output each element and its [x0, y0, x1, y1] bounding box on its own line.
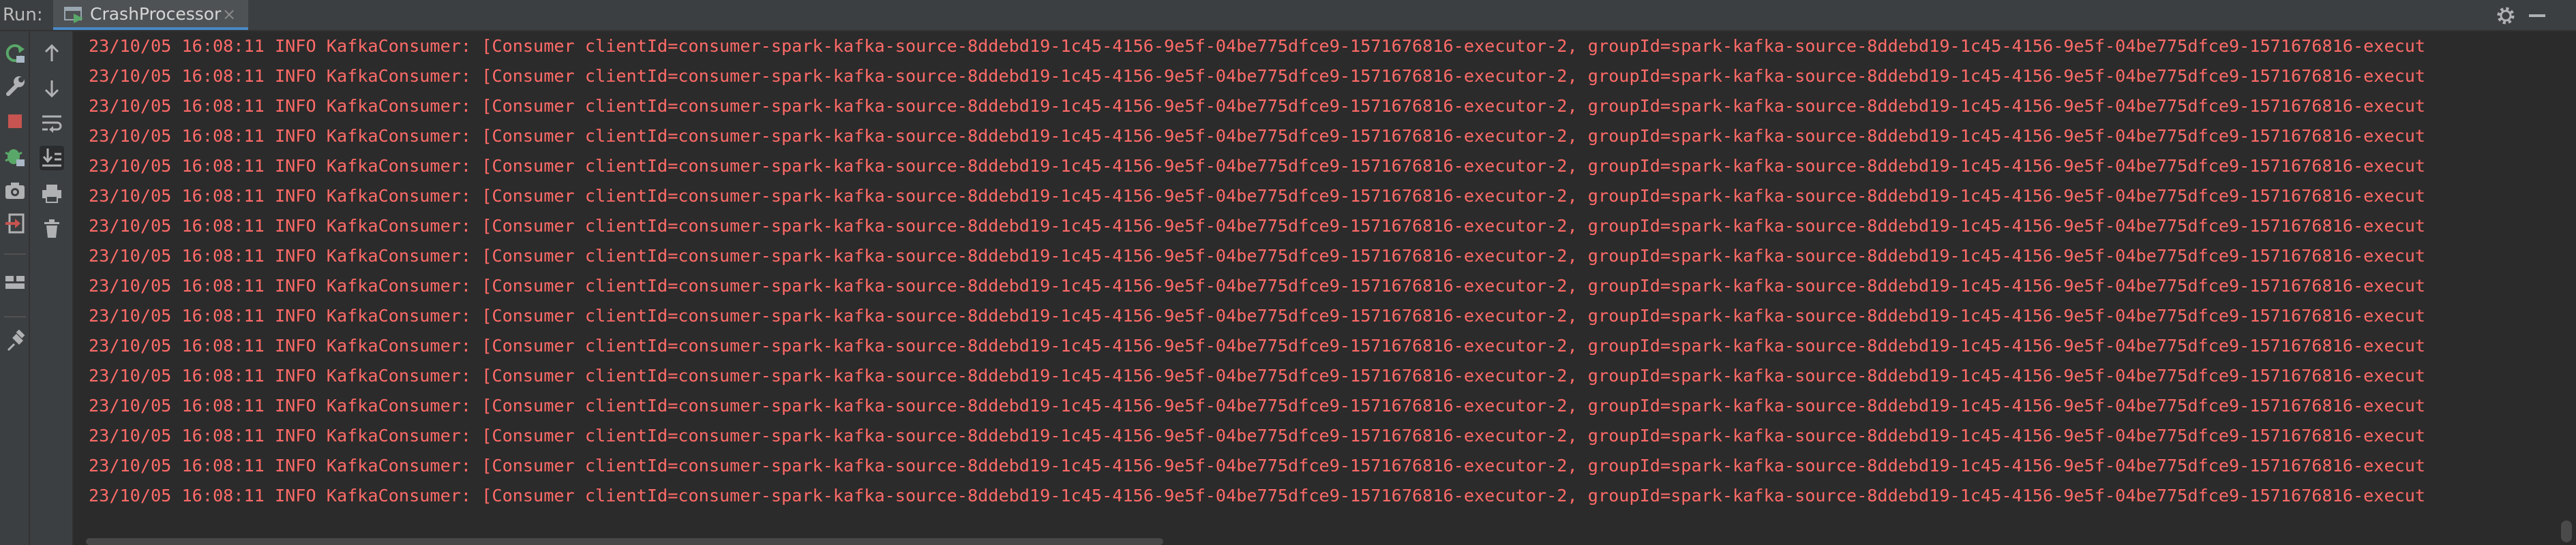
print-icon[interactable] — [40, 181, 64, 206]
soft-wrap-icon[interactable] — [40, 110, 64, 135]
log-line: 23/10/05 16:08:11 INFO KafkaConsumer: [C… — [89, 246, 2426, 266]
tab-close-icon[interactable]: × — [222, 0, 236, 27]
log-line: 23/10/05 16:08:11 INFO KafkaConsumer: [C… — [89, 396, 2426, 416]
log-line: 23/10/05 16:08:11 INFO KafkaConsumer: [C… — [89, 216, 2426, 236]
stop-icon[interactable] — [3, 109, 27, 134]
rerun-icon[interactable] — [3, 41, 27, 65]
log-line: 23/10/05 16:08:11 INFO KafkaConsumer: [C… — [89, 336, 2426, 356]
run-label: Run: — [3, 5, 43, 25]
log-line: 23/10/05 16:08:11 INFO KafkaConsumer: [C… — [89, 156, 2426, 176]
run-toolbar-primary — [0, 31, 30, 545]
trash-icon[interactable] — [40, 217, 64, 241]
camera-icon[interactable] — [3, 178, 27, 203]
log-line: 23/10/05 16:08:11 INFO KafkaConsumer: [C… — [89, 306, 2426, 326]
debug-icon[interactable] — [3, 144, 27, 169]
toolbar-separator — [4, 253, 26, 255]
vertical-scrollbar-thumb[interactable] — [2561, 520, 2572, 542]
run-toolbar-secondary — [30, 31, 74, 545]
layout-icon[interactable] — [3, 270, 27, 294]
console-output[interactable]: 23/10/05 16:08:11 INFO KafkaConsumer: [C… — [74, 31, 2557, 545]
run-header: Run: CrashProcessor × — [0, 0, 2576, 31]
pin-icon[interactable] — [3, 330, 27, 354]
log-line: 23/10/05 16:08:11 INFO KafkaConsumer: [C… — [89, 36, 2426, 56]
toolbar-separator — [4, 316, 26, 317]
tab-label: CrashProcessor — [90, 4, 222, 24]
vertical-scrollbar-track[interactable] — [2557, 31, 2576, 545]
log-line: 23/10/05 16:08:11 INFO KafkaConsumer: [C… — [89, 66, 2426, 86]
wrench-icon[interactable] — [3, 74, 27, 98]
log-line: 23/10/05 16:08:11 INFO KafkaConsumer: [C… — [89, 486, 2426, 505]
run-tool-window: Run: CrashProcessor × 23/10/05 16:08:11 … — [0, 0, 2576, 545]
scroll-to-end-icon[interactable] — [40, 146, 64, 170]
log-line: 23/10/05 16:08:11 INFO KafkaConsumer: [C… — [89, 456, 2426, 476]
exit-icon[interactable] — [3, 211, 27, 236]
minimize-icon[interactable] — [2526, 4, 2549, 27]
log-line: 23/10/05 16:08:11 INFO KafkaConsumer: [C… — [89, 276, 2426, 296]
arrow-up-icon[interactable] — [40, 41, 64, 65]
horizontal-scrollbar-thumb[interactable] — [86, 538, 1163, 545]
log-line: 23/10/05 16:08:11 INFO KafkaConsumer: [C… — [89, 96, 2426, 116]
log-line: 23/10/05 16:08:11 INFO KafkaConsumer: [C… — [89, 366, 2426, 386]
log-line: 23/10/05 16:08:11 INFO KafkaConsumer: [C… — [89, 186, 2426, 206]
gear-icon[interactable] — [2494, 4, 2517, 27]
run-config-icon — [64, 5, 85, 23]
arrow-down-icon[interactable] — [40, 76, 64, 101]
tab-crash-processor[interactable]: CrashProcessor × — [53, 0, 248, 30]
log-line: 23/10/05 16:08:11 INFO KafkaConsumer: [C… — [89, 426, 2426, 446]
log-line: 23/10/05 16:08:11 INFO KafkaConsumer: [C… — [89, 126, 2426, 146]
